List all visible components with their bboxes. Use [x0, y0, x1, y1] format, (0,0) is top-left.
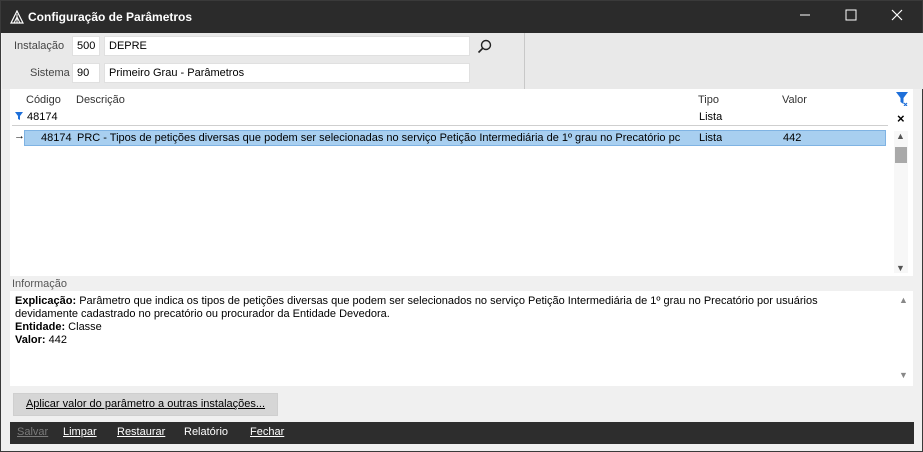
filter-tipo-value[interactable]: Lista: [699, 111, 722, 123]
column-header-valor[interactable]: Valor: [782, 94, 807, 106]
entidade-line: Entidade: Classe: [15, 321, 908, 334]
grid-scrollbar[interactable]: ▲ ▼: [894, 131, 908, 273]
clear-button[interactable]: Limpar: [63, 426, 97, 438]
filter-fields-panel: Instalação 500 DEPRE Sistema 90 Primeiro…: [2, 33, 923, 89]
info-scrollbar[interactable]: ▲ ▼: [898, 294, 910, 382]
title-bar[interactable]: Configuração de Parâmetros: [1, 1, 922, 33]
info-panel: Explicação: Parâmetro que indica os tipo…: [10, 291, 913, 386]
column-header-descricao[interactable]: Descrição: [76, 94, 125, 106]
maximize-icon: [845, 9, 857, 21]
restore-label: Restaurar: [117, 426, 166, 438]
filter-icon[interactable]: [896, 92, 908, 106]
action-bar: Salvar Limpar Restaurar Relatório Fechar: [10, 422, 914, 444]
report-label: Relatório: [184, 426, 229, 438]
column-header-tipo[interactable]: Tipo: [698, 94, 719, 106]
instalacao-label: Instalação: [14, 40, 65, 52]
explicacao-label: Explicação:: [15, 295, 77, 307]
info-scroll-up-icon[interactable]: ▲: [899, 294, 908, 307]
close-label: Fechar: [250, 426, 285, 438]
search-icon[interactable]: [476, 38, 494, 56]
instalacao-code-field[interactable]: 500: [72, 36, 100, 56]
panel-divider: [524, 33, 525, 89]
app-logo-icon: [10, 10, 24, 24]
clear-filter-icon[interactable]: ×: [897, 111, 905, 126]
close-button[interactable]: [874, 1, 920, 33]
minimize-button[interactable]: [782, 1, 828, 33]
row-codigo: 48174: [41, 132, 72, 144]
close-icon: [891, 9, 903, 21]
scrollbar-thumb[interactable]: [895, 147, 907, 163]
apply-to-other-installations-button[interactable]: Aplicar valor do parâmetro a outras inst…: [13, 393, 278, 416]
instalacao-name-field[interactable]: DEPRE: [104, 36, 470, 56]
restore-button[interactable]: Restaurar: [117, 426, 165, 438]
report-button[interactable]: Relatório: [184, 426, 228, 438]
filter-row-separator: [12, 125, 888, 126]
window-title: Configuração de Parâmetros: [28, 10, 193, 24]
scroll-down-icon[interactable]: ▼: [896, 263, 905, 273]
sistema-name-field[interactable]: Primeiro Grau - Parâmetros: [104, 63, 470, 83]
scroll-up-icon[interactable]: ▲: [896, 131, 905, 141]
row-valor: 442: [783, 132, 802, 144]
row-filter-icon: [15, 112, 23, 120]
explicacao-line: Explicação: Parâmetro que indica os tipo…: [15, 295, 880, 321]
valor-label: Valor:: [15, 334, 46, 346]
parameters-grid: Código Descrição Tipo Valor × 48174 List…: [10, 89, 913, 276]
info-section-title: Informação: [12, 278, 68, 290]
info-scroll-down-icon[interactable]: ▼: [899, 369, 908, 382]
row-descricao: PRC - Tipos de petições diversas que pod…: [77, 132, 681, 144]
filter-codigo-value[interactable]: 48174: [27, 111, 58, 123]
minimize-icon: [800, 14, 810, 16]
valor-text: 442: [45, 334, 67, 346]
entidade-text: Classe: [65, 321, 102, 333]
sistema-label: Sistema: [30, 67, 70, 79]
parameters-window: Configuração de Parâmetros Instalação 50…: [0, 0, 923, 452]
explicacao-text: Parâmetro que indica os tipos de petiçõe…: [15, 295, 818, 320]
column-header-codigo[interactable]: Código: [26, 94, 61, 106]
save-label: Salvar: [17, 426, 49, 438]
close-window-button[interactable]: Fechar: [250, 426, 284, 438]
entidade-label: Entidade:: [15, 321, 66, 333]
maximize-button[interactable]: [828, 1, 874, 33]
apply-button-label: Aplicar valor do parâmetro a outras inst…: [25, 398, 266, 410]
save-button[interactable]: Salvar: [17, 426, 48, 438]
sistema-code-field[interactable]: 90: [72, 63, 100, 83]
valor-line: Valor: 442: [15, 334, 908, 347]
clear-label: Limpar: [63, 426, 97, 438]
row-tipo: Lista: [699, 132, 723, 144]
